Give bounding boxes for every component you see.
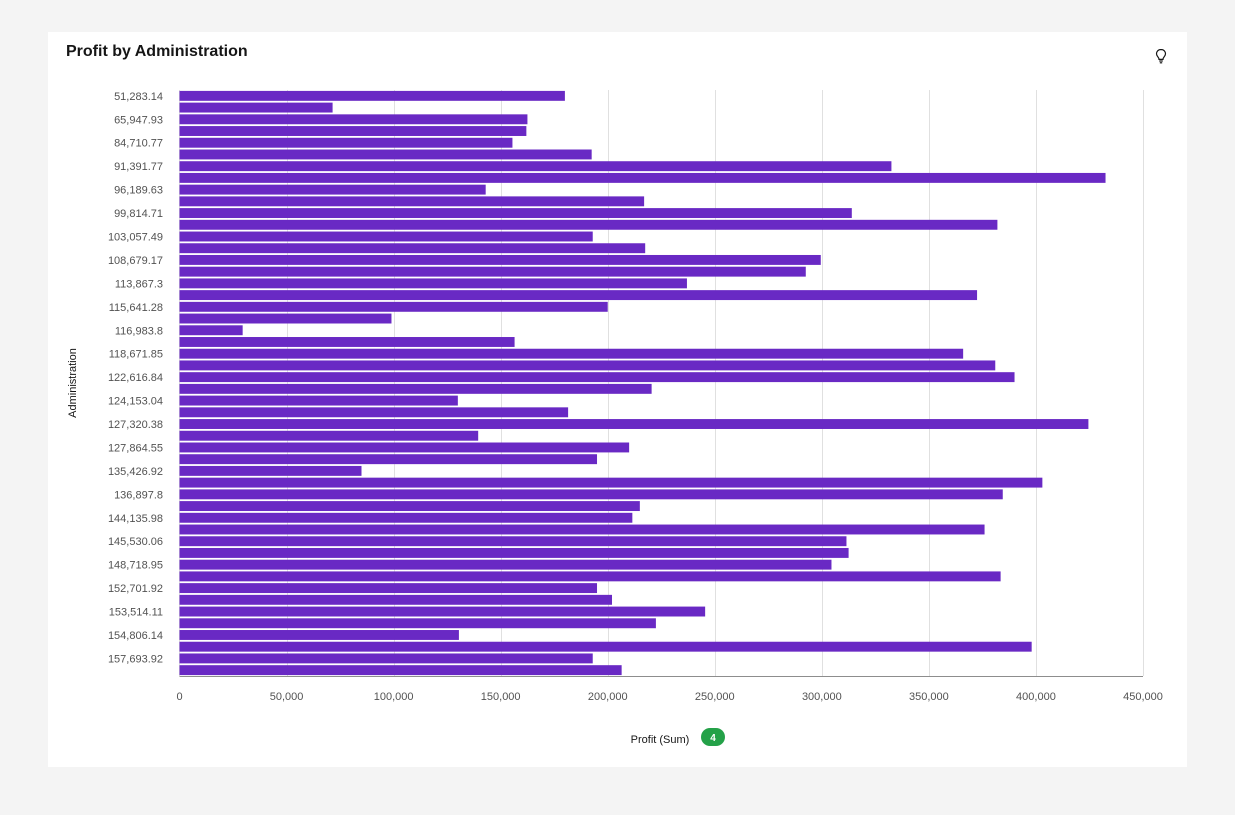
bar[interactable] — [179, 301, 608, 312]
bar[interactable] — [179, 219, 998, 230]
bar[interactable] — [179, 571, 1001, 582]
bar[interactable] — [179, 512, 633, 523]
bar[interactable] — [179, 337, 515, 347]
chart-card: 0 50,000 100,000 150,000 200,000 250,000 300,0… — [48, 32, 1187, 767]
bar[interactable] — [179, 243, 646, 254]
bar[interactable] — [179, 547, 849, 558]
bar[interactable] — [179, 524, 985, 535]
y-category-label: 136,897.8 — [114, 489, 163, 501]
bar[interactable] — [179, 407, 569, 418]
bar[interactable] — [179, 489, 1003, 500]
y-category-label: 122,616.84 — [108, 372, 163, 384]
bar[interactable] — [179, 465, 362, 476]
bar[interactable] — [179, 536, 847, 547]
bar[interactable] — [179, 454, 598, 465]
y-category-label: 65,947.93 — [114, 114, 163, 126]
bar[interactable] — [179, 665, 622, 676]
x-tick-label: 450,000 — [1123, 691, 1163, 703]
bar[interactable] — [179, 360, 996, 371]
x-tick-label: 300,000 — [802, 691, 842, 703]
bar[interactable] — [179, 114, 528, 125]
bar[interactable] — [179, 641, 1032, 652]
x-tick-label: 50,000 — [270, 691, 304, 703]
y-category-label: 153,514.11 — [109, 607, 163, 619]
bar[interactable] — [179, 102, 333, 113]
chart-title: Profit by Administration — [66, 43, 248, 60]
y-category-label: 127,864.55 — [108, 442, 163, 454]
bar[interactable] — [179, 325, 243, 336]
y-category-label: 118,671.85 — [109, 349, 163, 361]
bar[interactable] — [179, 501, 640, 512]
y-category-label: 99,814.71 — [114, 208, 163, 220]
y-category-label: 51,283.14 — [114, 91, 163, 103]
y-category-label: 154,806.14 — [108, 630, 163, 642]
bar[interactable] — [179, 653, 593, 664]
bar[interactable] — [179, 395, 458, 406]
bar[interactable] — [179, 559, 832, 570]
bar[interactable] — [179, 172, 1106, 183]
x-axis-ticks: 0 50,000 100,000 150,000 200,000 250,000 300,0… — [176, 691, 1162, 703]
bar[interactable] — [179, 137, 513, 148]
y-category-label: 148,718.95 — [108, 560, 163, 572]
bar[interactable] — [179, 231, 593, 242]
y-category-label: 84,710.77 — [114, 138, 163, 150]
filter-count-badge[interactable]: 4 — [701, 728, 725, 746]
bar[interactable] — [179, 442, 630, 453]
y-category-label: 135,426.92 — [108, 466, 163, 478]
x-tick-label: 150,000 — [481, 691, 521, 703]
y-category-label: 127,320.38 — [108, 419, 163, 431]
y-category-label: 113,867.3 — [115, 278, 163, 290]
y-axis-title: Administration — [67, 348, 79, 418]
x-tick-label: 0 — [176, 691, 182, 703]
bar[interactable] — [179, 278, 687, 289]
bar[interactable] — [179, 290, 978, 301]
bar[interactable] — [179, 184, 486, 195]
bar[interactable] — [179, 372, 1015, 383]
bar[interactable] — [179, 348, 964, 359]
bar[interactable] — [179, 419, 1089, 429]
bar[interactable] — [179, 313, 392, 324]
y-axis-labels: 51,283.14 65,947.93 84,710.77 91,391.77 96,1… — [108, 91, 163, 666]
lightbulb-icon[interactable] — [1151, 46, 1171, 66]
y-category-label: 144,135.98 — [108, 513, 163, 525]
bar-chart: 0 50,000 100,000 150,000 200,000 250,000 300,0… — [67, 90, 1163, 746]
bar[interactable] — [179, 161, 892, 172]
y-category-label: 115,641.28 — [109, 302, 163, 314]
y-category-label: 152,701.92 — [108, 583, 163, 595]
bar[interactable] — [179, 196, 645, 207]
y-category-label: 103,057.49 — [108, 232, 163, 244]
bar[interactable] — [179, 618, 656, 629]
bar[interactable] — [179, 477, 1043, 488]
bars — [179, 90, 1106, 676]
bar[interactable] — [179, 383, 652, 394]
y-category-label: 116,983.8 — [115, 325, 163, 337]
x-axis-title: Profit (Sum) — [631, 734, 690, 746]
y-category-label: 91,391.77 — [114, 161, 163, 173]
bar[interactable] — [179, 149, 592, 160]
bar[interactable] — [179, 430, 479, 441]
bar[interactable] — [179, 594, 613, 605]
bar[interactable] — [179, 606, 706, 617]
bar[interactable] — [179, 630, 459, 640]
x-tick-label: 100,000 — [374, 691, 414, 703]
bar[interactable] — [179, 126, 527, 136]
badge-count: 4 — [710, 733, 716, 744]
bar[interactable] — [179, 583, 598, 594]
bar[interactable] — [179, 266, 806, 277]
bar[interactable] — [179, 90, 565, 101]
y-category-label: 96,189.63 — [114, 185, 163, 197]
y-category-label: 145,530.06 — [108, 536, 163, 548]
x-tick-label: 250,000 — [695, 691, 735, 703]
x-tick-label: 400,000 — [1016, 691, 1056, 703]
y-category-label: 108,679.17 — [108, 255, 163, 267]
x-tick-label: 200,000 — [588, 691, 628, 703]
bar[interactable] — [179, 208, 852, 219]
y-category-label: 124,153.04 — [108, 396, 163, 408]
x-tick-label: 350,000 — [909, 691, 949, 703]
y-category-label: 157,693.92 — [108, 653, 163, 665]
bar[interactable] — [179, 254, 821, 265]
